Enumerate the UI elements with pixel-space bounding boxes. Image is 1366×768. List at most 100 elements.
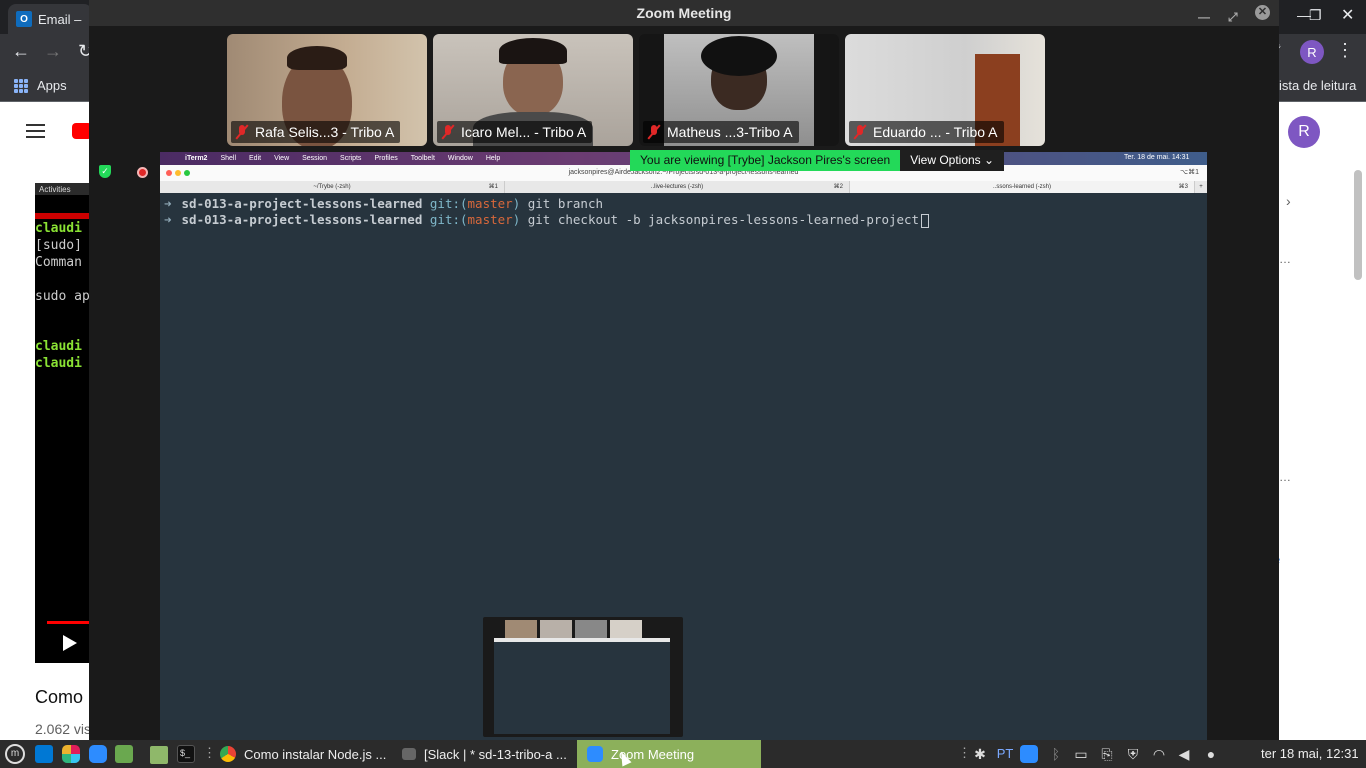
apps-bookmark[interactable]: Apps <box>14 78 67 93</box>
iterm-add-tab-icon: + <box>1199 184 1203 190</box>
view-options-label: View Options <box>910 153 981 167</box>
shared-screen[interactable]: iTerm2 Shell Edit View Session Scripts P… <box>160 150 1207 740</box>
video-views: 2.062 vis <box>35 721 92 737</box>
outlook-icon: O <box>16 11 32 27</box>
youtube-video-player[interactable]: Activities claudi [sudo] Comman sudo ap … <box>35 183 90 663</box>
menubar-item: Scripts <box>340 155 362 162</box>
taskbar-item-label: Como instalar Node.js ... <box>244 746 387 762</box>
back-arrow-icon[interactable]: ← <box>12 41 30 62</box>
slack-tray-icon[interactable]: ✱ <box>971 745 989 763</box>
participant-name: Matheus ...3-Tribo A <box>667 124 793 140</box>
menubar-item: Shell <box>220 155 237 162</box>
traffic-light-minimize-icon <box>175 170 181 176</box>
participant-label: Matheus ...3-Tribo A <box>643 121 799 143</box>
menubar-item: View <box>274 155 290 162</box>
terminal-line: Comman <box>35 255 82 270</box>
chevron-down-icon: ⌄ <box>984 153 995 167</box>
iterm-tab-active: ..ssons-learned (-zsh) ⌘3 <box>850 181 1195 193</box>
terminal-line: claudi <box>35 339 82 354</box>
video-title[interactable]: Como <box>35 687 83 708</box>
video-progress-bar[interactable] <box>47 621 90 624</box>
terminal-line: claudi <box>35 221 82 236</box>
mic-muted-icon <box>441 124 455 140</box>
encryption-shield-icon[interactable]: ✓ <box>99 165 111 178</box>
taskbar-item-label: [Slack | * sd-13-tribo-a ... <box>424 746 567 762</box>
zoom-icon[interactable] <box>89 745 107 763</box>
zoom-window: Zoom Meeting — ⤢ ✕ Rafa Selis...3 - Trib… <box>89 0 1279 740</box>
thumb-tile <box>540 620 572 638</box>
thumb-screen <box>494 638 670 734</box>
reading-list-label[interactable]: ista de leitura <box>1279 78 1356 93</box>
iterm-tab: ..live-lectures (-zsh) ⌘2 <box>505 181 850 193</box>
clock[interactable]: ter 18 mai, 12:31 <box>1261 746 1359 761</box>
mic-muted-icon <box>235 124 249 140</box>
mic-muted-icon <box>853 124 867 140</box>
taskbar-item-chrome[interactable]: Como instalar Node.js ... <box>210 740 390 768</box>
recording-icon[interactable] <box>137 167 148 178</box>
zoom-minimize-icon[interactable]: — <box>1198 4 1210 30</box>
zoom-window-title: Zoom Meeting <box>636 5 732 21</box>
zoom-close-icon[interactable]: ✕ <box>1255 5 1270 20</box>
more-dots-1: … <box>1279 252 1291 266</box>
taskbar-item-slack[interactable]: [Slack | * sd-13-tribo-a ... <box>392 740 575 768</box>
bluetooth-icon[interactable]: ᛒ <box>1047 745 1065 763</box>
chevron-right-icon[interactable]: › <box>1286 193 1291 209</box>
profile-avatar[interactable]: R <box>1288 116 1320 148</box>
participant-headset <box>499 38 567 64</box>
thumb-tile <box>575 620 607 638</box>
taskbar: m $_ ⋮ Como instalar Node.js ... [Slack … <box>0 740 1366 768</box>
participant-tile[interactable]: Icaro Mel... - Tribo A <box>433 34 633 146</box>
update-manager-icon[interactable]: ⎘ <box>1098 745 1116 763</box>
participant-tile[interactable]: Rafa Selis...3 - Tribo A <box>227 34 427 146</box>
folder-icon[interactable] <box>150 746 168 764</box>
chrome-menu-icon[interactable]: ⋮ <box>1336 40 1354 61</box>
play-icon[interactable] <box>63 635 77 651</box>
screen-share-banner: You are viewing [Trybe] Jackson Pires's … <box>630 150 1005 171</box>
traffic-light-close-icon <box>166 170 172 176</box>
participant-label: Eduardo ... - Tribo A <box>849 121 1004 143</box>
activities-bar: Activities <box>35 183 90 195</box>
mint-menu-icon[interactable]: m <box>5 744 25 764</box>
window-icon <box>402 748 416 760</box>
viewing-screen-label: You are viewing [Trybe] Jackson Pires's … <box>630 150 901 171</box>
clipboard-icon[interactable]: ▭ <box>1072 745 1090 763</box>
wifi-icon[interactable]: ◠ <box>1150 745 1168 763</box>
participant-name: Rafa Selis...3 - Tribo A <box>255 124 395 140</box>
shield-icon[interactable]: ⛨ <box>1124 745 1142 763</box>
page-scrollbar[interactable] <box>1354 170 1362 280</box>
restore-icon[interactable]: ❐ <box>1309 7 1322 24</box>
apps-label: Apps <box>37 78 67 93</box>
taskbar-item-zoom[interactable]: Zoom Meeting <box>577 740 761 768</box>
language-indicator[interactable]: PT <box>996 745 1014 763</box>
hamburger-menu-icon[interactable] <box>26 124 45 138</box>
slack-icon[interactable] <box>62 745 80 763</box>
zoom-tray-icon[interactable] <box>1020 745 1038 763</box>
iterm-shortcut: ⌥⌘1 <box>1180 169 1199 176</box>
separator-icon: ⋮ <box>958 745 971 760</box>
terminal-cursor <box>921 213 930 228</box>
menubar-item: Session <box>302 155 328 162</box>
forward-arrow-icon[interactable]: → <box>44 41 62 62</box>
participant-tile[interactable]: Matheus ...3-Tribo A <box>639 34 839 146</box>
volume-icon[interactable]: ◀ <box>1175 745 1193 763</box>
participant-tile[interactable]: Eduardo ... - Tribo A <box>845 34 1045 146</box>
terminal-icon[interactable]: $_ <box>177 745 195 763</box>
terminal-line-2: ➜ sd-013-a-project-lessons-learned git:(m… <box>164 212 930 228</box>
terminal-line: sudo ap <box>35 289 90 304</box>
menubar-item: Help <box>485 155 501 162</box>
files-icon[interactable] <box>115 745 133 763</box>
profile-avatar-small[interactable]: R <box>1300 40 1324 64</box>
mac-clock: Ter. 18 de mai. 14:31 <box>1124 154 1190 161</box>
screen-share-thumbnail[interactable] <box>483 617 683 737</box>
chrome-tab-email[interactable]: O Email – <box>8 4 92 34</box>
apps-grid-icon <box>14 78 28 93</box>
close-icon[interactable]: ✕ <box>1341 5 1354 25</box>
vscode-icon[interactable] <box>35 745 53 763</box>
microphone-icon[interactable]: ● <box>1202 745 1220 763</box>
thumb-tile <box>610 620 642 638</box>
terminal-line-1: ➜ sd-013-a-project-lessons-learned git:(m… <box>164 196 604 211</box>
traffic-light-zoom-icon <box>184 170 190 176</box>
view-options-button[interactable]: View Options ⌄ <box>900 150 1005 171</box>
zoom-maximize-icon[interactable]: ⤢ <box>1228 4 1238 30</box>
participant-name: Eduardo ... - Tribo A <box>873 124 998 140</box>
